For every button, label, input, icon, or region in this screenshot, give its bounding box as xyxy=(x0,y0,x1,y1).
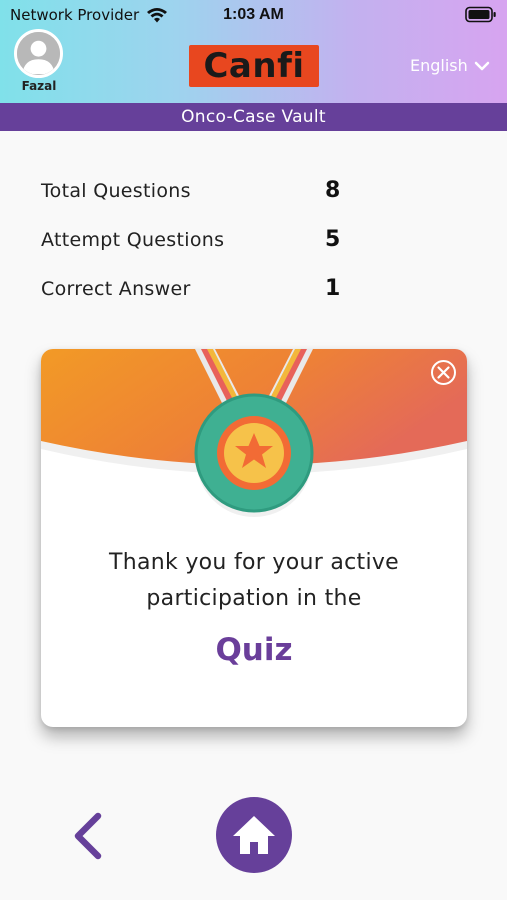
close-icon[interactable] xyxy=(430,359,457,386)
result-card: Thank you for your active participation … xyxy=(41,349,467,727)
stat-row-attempted: Attempt Questions 5 xyxy=(41,227,371,276)
message-line-2: participation in the xyxy=(146,586,362,611)
stat-value: 1 xyxy=(325,276,341,301)
user-icon xyxy=(17,32,60,75)
status-time: 1:03 AM xyxy=(223,6,284,23)
message-line-1: Thank you for your active xyxy=(108,550,400,575)
header-background: Network Provider 1:03 AM Fazal Canfi Eng… xyxy=(0,0,507,103)
avatar[interactable] xyxy=(14,29,63,78)
language-selector[interactable]: English xyxy=(410,56,490,75)
section-title: Onco-Case Vault xyxy=(0,103,507,131)
battery-icon xyxy=(465,6,496,23)
chevron-down-icon xyxy=(474,61,490,70)
status-bar: Network Provider 1:03 AM xyxy=(0,0,507,30)
stat-label: Total Questions xyxy=(41,180,191,202)
stat-row-correct: Correct Answer 1 xyxy=(41,276,371,325)
stat-label: Attempt Questions xyxy=(41,229,225,251)
back-icon[interactable] xyxy=(68,810,108,862)
stat-row-total: Total Questions 8 xyxy=(41,178,371,227)
card-message: Thank you for your active participation … xyxy=(41,545,467,617)
medal-icon xyxy=(194,349,314,517)
stat-value: 5 xyxy=(325,227,341,252)
language-label: English xyxy=(410,56,468,75)
home-icon xyxy=(233,816,275,854)
app-logo: Canfi xyxy=(189,45,319,87)
logo-text: Canfi xyxy=(203,46,305,86)
home-button[interactable] xyxy=(216,797,292,873)
stat-label: Correct Answer xyxy=(41,278,191,300)
stat-value: 8 xyxy=(325,178,341,203)
user-name: Fazal xyxy=(21,79,57,93)
quiz-title: Quiz xyxy=(215,632,293,668)
quiz-stats: Total Questions 8 Attempt Questions 5 Co… xyxy=(41,178,371,325)
